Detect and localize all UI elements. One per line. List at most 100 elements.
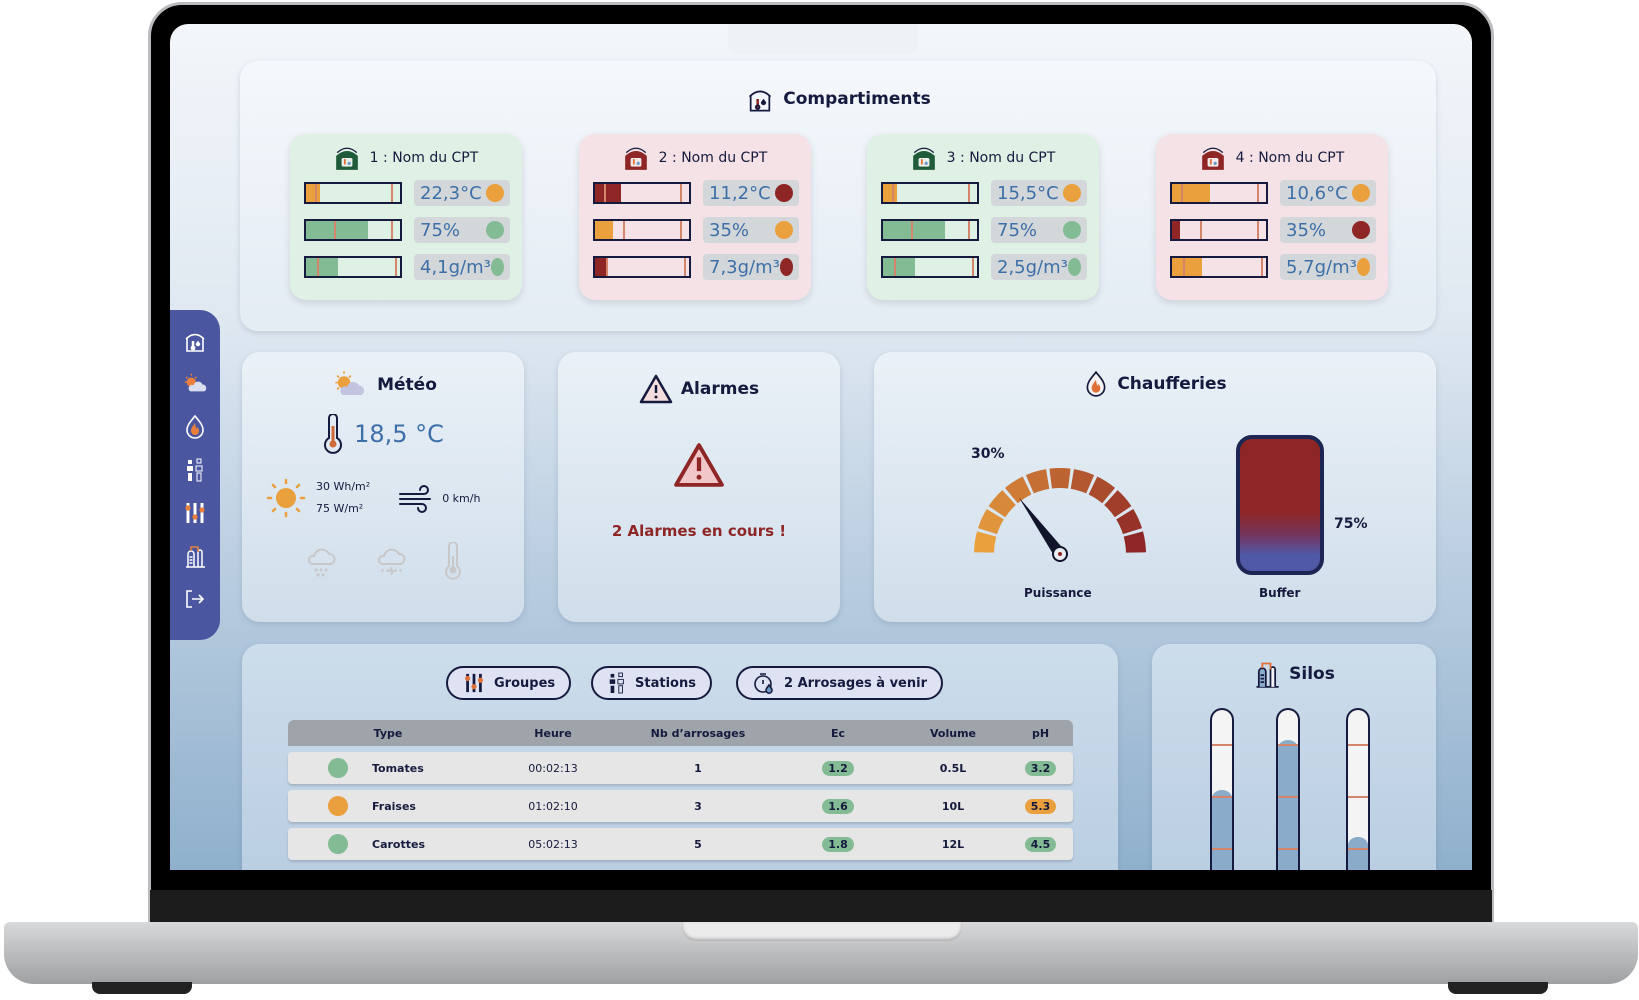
status-dot — [1352, 184, 1370, 202]
silo-gauge[interactable] — [1276, 708, 1300, 870]
silo-tick — [1212, 796, 1232, 798]
sidebar-item-weather[interactable] — [182, 371, 208, 397]
sidebar-item-boilers[interactable] — [182, 414, 208, 440]
status-dot — [775, 184, 793, 202]
ph-badge: 4.5 — [1024, 836, 1057, 852]
flame-icon — [1086, 370, 1106, 397]
silo-gauge[interactable] — [1210, 708, 1234, 870]
status-dot — [486, 221, 504, 239]
metric-value: 4,1g/m³ — [414, 254, 510, 280]
laptop-chin — [150, 890, 1492, 926]
compartment-card[interactable]: 4 : Nom du CPT 10,6°C 35% 5,7g/m³ — [1156, 134, 1388, 300]
weather-title: Météo — [377, 375, 437, 395]
metric-bar — [881, 256, 979, 278]
count-cell: 5 — [694, 837, 702, 851]
sidebar — [170, 310, 220, 640]
compartment-name: 4 : Nom du CPT — [1235, 150, 1345, 166]
metric-value: 2,5g/m³ — [991, 254, 1087, 280]
metric-bar — [593, 182, 691, 204]
wind-speed: 0 km/h — [442, 491, 481, 505]
greenhouse-icon — [912, 147, 935, 170]
metric-bar — [1170, 256, 1268, 278]
upcoming-irrigations-label: 2 Arrosages à venir — [784, 675, 927, 691]
sidebar-item-silos[interactable] — [182, 543, 208, 569]
sidebar-item-logout[interactable] — [182, 586, 208, 612]
silo-tick — [1348, 796, 1368, 798]
stations-button[interactable]: Stations — [591, 666, 712, 700]
status-dot — [775, 221, 793, 239]
compartment-card[interactable]: 1 : Nom du CPT 22,3°C 75% 4,1g/m³ — [290, 134, 522, 300]
gauge-segment — [1123, 531, 1146, 553]
thermometer-icon — [324, 414, 343, 454]
sidebar-item-compartments[interactable] — [182, 328, 208, 354]
silo-tick — [1212, 743, 1232, 746]
compartment-metric: 11,2°C — [593, 180, 811, 206]
gauge-pivot — [1058, 552, 1062, 556]
ph-badge: 3.2 — [1024, 760, 1057, 776]
buffer-value: 75% — [1334, 516, 1368, 532]
silos-panel: Silos — [1152, 644, 1436, 870]
metric-value: 22,3°C — [414, 180, 510, 206]
greenhouse-icon — [1201, 147, 1224, 170]
compartment-name: 3 : Nom du CPT — [946, 150, 1056, 166]
silo-gauge[interactable] — [1346, 708, 1370, 870]
alarms-panel[interactable]: Alarmes 2 Alarmes en cours ! — [558, 352, 840, 622]
power-label: Puissance — [1024, 586, 1092, 600]
screen: Compartiments 1 : Nom du CPT 22,3°C 75% 4,1… — [170, 24, 1472, 870]
irrigation-table: Type Heure Nb d’arrosages Ec Volume pH T… — [288, 720, 1073, 860]
snow-cloud-icon — [307, 548, 336, 577]
groups-button-label: Groupes — [494, 675, 556, 691]
weather-icon — [184, 373, 207, 392]
alarm-warning-icon — [674, 443, 724, 487]
groups-button[interactable]: Groupes — [446, 666, 572, 700]
laptop-grip — [682, 922, 962, 941]
table-row[interactable]: Tomates 00:02:13 1 1.2 0.5L 3.2 — [288, 752, 1073, 784]
silo-level — [1278, 739, 1298, 870]
metric-value: 75% — [991, 217, 1087, 243]
metric-bar — [304, 219, 402, 241]
metric-bar — [304, 182, 402, 204]
power-gauge — [974, 468, 1146, 562]
metric-bar — [881, 219, 979, 241]
ec-cell: 1.8 — [778, 836, 898, 852]
table-row[interactable]: Fraises 01:02:10 3 1.6 10L 5.3 — [288, 790, 1073, 822]
ec-cell: 1.2 — [778, 760, 898, 776]
silo-tick — [1212, 848, 1232, 851]
column-header: Ec — [830, 726, 846, 740]
compartment-card[interactable]: 2 : Nom du CPT 11,2°C 35% 7,3g/m³ — [579, 134, 811, 300]
camera-notch — [728, 24, 918, 54]
compartment-metric: 15,5°C — [881, 180, 1099, 206]
buffer-label: Buffer — [1259, 586, 1301, 600]
status-dot — [1067, 258, 1081, 276]
alarms-message[interactable]: 2 Alarmes en cours ! — [558, 522, 840, 540]
gauge-segment — [1049, 468, 1071, 489]
table-row[interactable]: Carottes 05:02:13 5 1.8 12L 4.5 — [288, 828, 1073, 860]
compartment-card[interactable]: 3 : Nom du CPT 15,5°C 75% 2,5g/m³ — [867, 134, 1099, 300]
status-dot — [490, 258, 504, 276]
sidebar-item-groups[interactable] — [182, 500, 208, 526]
status-dot — [328, 758, 348, 778]
irrigation-panel: Groupes Stations 2 Arrosages à venir Typ… — [242, 644, 1118, 870]
greenhouse-icon — [335, 147, 358, 170]
ph-badge: 5.3 — [1024, 798, 1057, 814]
compartment-header: 2 : Nom du CPT — [579, 146, 811, 170]
sidebar-item-stations[interactable] — [182, 457, 208, 483]
buffer-tank — [1236, 435, 1324, 575]
compartment-metric: 75% — [304, 217, 522, 243]
upcoming-irrigations-button[interactable]: 2 Arrosages à venir — [736, 666, 943, 700]
volume-cell: 10L — [941, 799, 965, 813]
metric-value: 15,5°C — [991, 180, 1087, 206]
metric-bar — [1170, 182, 1268, 204]
compartment-metric: 5,7g/m³ — [1170, 254, 1388, 280]
weather-temperature: 18,5 °C — [354, 420, 444, 448]
compartment-metric: 4,1g/m³ — [304, 254, 522, 280]
gauge-segment — [974, 531, 997, 553]
greenhouse-icon — [185, 333, 205, 352]
radiation-energy: 30 Wh/m² — [316, 480, 371, 493]
column-header: Type — [373, 726, 403, 740]
count-cell: 3 — [694, 799, 702, 813]
metric-bar — [593, 219, 691, 241]
column-header: Heure — [534, 726, 572, 740]
wind-icon — [399, 485, 432, 513]
compartment-header: 4 : Nom du CPT — [1156, 146, 1388, 170]
